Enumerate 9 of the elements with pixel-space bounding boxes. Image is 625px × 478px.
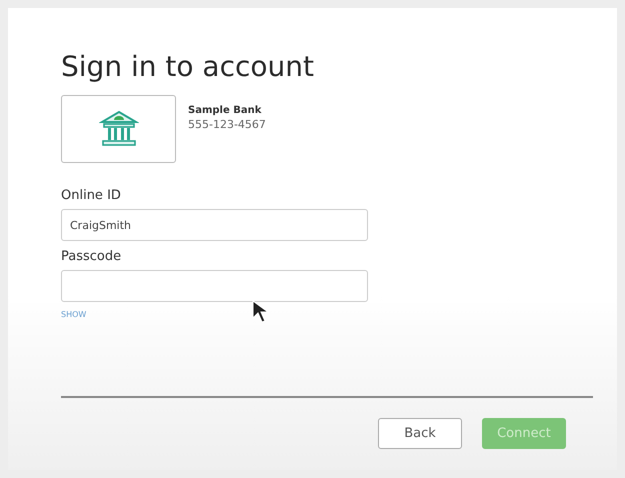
bank-phone: 555-123-4567 (188, 118, 266, 131)
back-button[interactable]: Back (378, 418, 462, 449)
input-field[interactable]: CraigSmith (61, 209, 368, 241)
bank-icon (98, 110, 138, 148)
field-label: Passcode (61, 249, 122, 264)
dialog-title: Sign in to account (61, 49, 315, 85)
field-label: Online ID (61, 188, 122, 203)
input-field[interactable] (61, 270, 368, 302)
bank-name: Sample Bank (188, 105, 262, 116)
